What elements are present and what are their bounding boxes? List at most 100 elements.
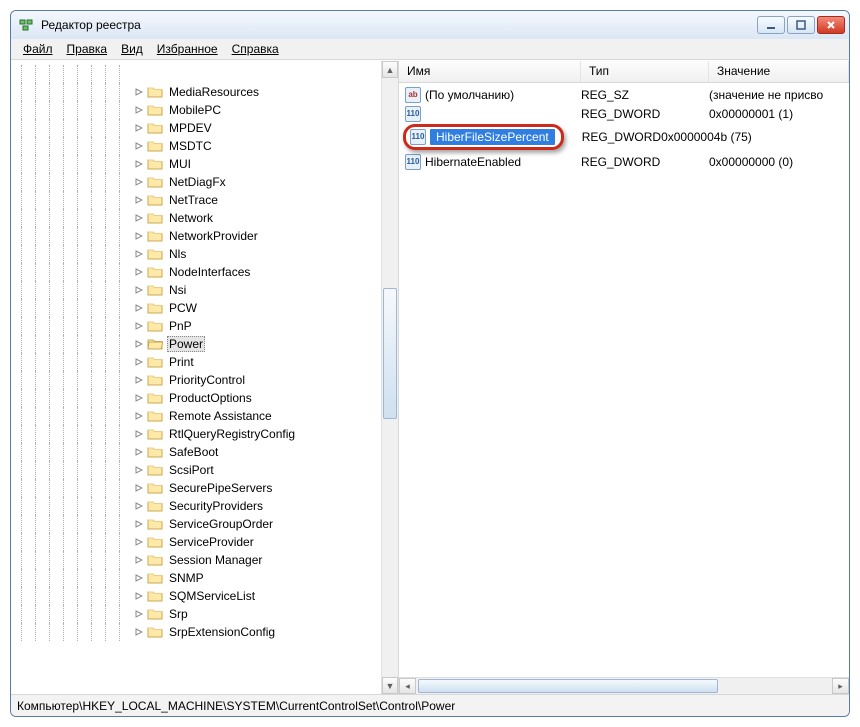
tree-item[interactable]: Print <box>21 353 398 371</box>
value-name-label: HiberFileSizePercent <box>430 129 555 145</box>
expand-icon[interactable] <box>133 86 145 98</box>
expand-icon[interactable] <box>133 302 145 314</box>
column-type[interactable]: Тип <box>581 61 709 82</box>
menu-edit[interactable]: Правка <box>61 40 114 58</box>
expand-icon[interactable] <box>133 428 145 440</box>
tree-item-label: ScsiPort <box>167 463 216 477</box>
expand-icon[interactable] <box>133 482 145 494</box>
expand-icon[interactable] <box>133 464 145 476</box>
column-name[interactable]: Имя <box>399 61 581 82</box>
expand-icon[interactable] <box>133 554 145 566</box>
list-row[interactable]: 110REG_DWORD0x00000001 (1) <box>399 104 849 123</box>
scroll-right-button[interactable]: ▸ <box>832 678 849 694</box>
tree-item[interactable]: SafeBoot <box>21 443 398 461</box>
maximize-button[interactable] <box>787 16 815 34</box>
tree-item[interactable]: ScsiPort <box>21 461 398 479</box>
expand-icon[interactable] <box>133 158 145 170</box>
expand-icon[interactable] <box>133 392 145 404</box>
tree-item[interactable]: NetworkProvider <box>21 227 398 245</box>
highlighted-value[interactable]: 110HiberFileSizePercent <box>403 124 564 150</box>
expand-icon[interactable] <box>133 608 145 620</box>
tree-item[interactable]: Power <box>21 335 398 353</box>
tree-item[interactable]: SNMP <box>21 569 398 587</box>
expand-icon[interactable] <box>133 104 145 116</box>
tree-vertical-scrollbar[interactable]: ▲ ▼ <box>381 61 398 694</box>
tree-item[interactable]: Nsi <box>21 281 398 299</box>
folder-icon <box>147 355 163 369</box>
scroll-down-button[interactable]: ▼ <box>382 677 398 694</box>
expand-icon[interactable] <box>133 500 145 512</box>
tree-item[interactable]: MediaResources <box>21 83 398 101</box>
tree-item[interactable]: MUI <box>21 155 398 173</box>
folder-icon <box>147 211 163 225</box>
expand-icon[interactable] <box>133 338 145 350</box>
tree-item[interactable]: SrpExtensionConfig <box>21 623 398 641</box>
expand-icon[interactable] <box>133 284 145 296</box>
tree-item[interactable]: ServiceProvider <box>21 533 398 551</box>
expand-icon[interactable] <box>133 230 145 242</box>
expand-icon[interactable] <box>133 536 145 548</box>
tree-item[interactable]: SecurePipeServers <box>21 479 398 497</box>
app-icon <box>19 17 35 33</box>
value-data: (значение не присво <box>709 88 849 102</box>
folder-icon <box>147 607 163 621</box>
expand-icon[interactable] <box>133 590 145 602</box>
tree-item[interactable]: MPDEV <box>21 119 398 137</box>
tree-item[interactable]: ProductOptions <box>21 389 398 407</box>
tree-item[interactable]: Session Manager <box>21 551 398 569</box>
menu-favorites[interactable]: Избранное <box>151 40 224 58</box>
tree-item[interactable]: PriorityControl <box>21 371 398 389</box>
minimize-button[interactable] <box>757 16 785 34</box>
tree-item[interactable]: Network <box>21 209 398 227</box>
tree-item[interactable]: NetTrace <box>21 191 398 209</box>
tree-item[interactable]: SQMServiceList <box>21 587 398 605</box>
value-name-label: HibernateEnabled <box>425 155 581 169</box>
tree-item[interactable]: PCW <box>21 299 398 317</box>
scroll-thumb[interactable] <box>418 679 718 693</box>
titlebar[interactable]: Редактор реестра <box>11 11 849 39</box>
tree-item[interactable]: Remote Assistance <box>21 407 398 425</box>
tree-item[interactable]: MSDTC <box>21 137 398 155</box>
tree-item[interactable]: ServiceGroupOrder <box>21 515 398 533</box>
scroll-left-button[interactable]: ◂ <box>399 678 416 694</box>
expand-icon[interactable] <box>133 320 145 332</box>
expand-icon[interactable] <box>133 140 145 152</box>
expand-icon[interactable] <box>133 212 145 224</box>
scroll-track[interactable] <box>416 678 832 694</box>
menu-help[interactable]: Справка <box>226 40 285 58</box>
list-row[interactable]: 110HiberFileSizePercentREG_DWORD0x000000… <box>399 124 849 149</box>
expand-icon[interactable] <box>133 176 145 188</box>
tree-item[interactable]: MobilePC <box>21 101 398 119</box>
tree-item[interactable]: Srp <box>21 605 398 623</box>
expand-icon[interactable] <box>133 356 145 368</box>
expand-icon[interactable] <box>133 266 145 278</box>
expand-icon[interactable] <box>133 374 145 386</box>
scroll-thumb[interactable] <box>383 288 397 420</box>
tree-item-label: NetDiagFx <box>167 175 228 189</box>
expand-icon[interactable] <box>133 572 145 584</box>
list-horizontal-scrollbar[interactable]: ◂ ▸ <box>399 677 849 694</box>
tree-item[interactable]: NodeInterfaces <box>21 263 398 281</box>
column-value[interactable]: Значение <box>709 61 849 82</box>
reg-sz-icon: ab <box>405 87 421 103</box>
expand-icon[interactable] <box>133 518 145 530</box>
expand-icon[interactable] <box>133 194 145 206</box>
tree-item[interactable]: PnP <box>21 317 398 335</box>
expand-icon[interactable] <box>133 446 145 458</box>
close-button[interactable] <box>817 16 845 34</box>
scroll-track[interactable] <box>382 78 398 677</box>
expand-icon[interactable] <box>133 626 145 638</box>
tree-item[interactable]: NetDiagFx <box>21 173 398 191</box>
tree-item[interactable]: Nls <box>21 245 398 263</box>
scroll-up-button[interactable]: ▲ <box>382 61 398 78</box>
expand-icon[interactable] <box>133 122 145 134</box>
list-row[interactable]: 110HibernateEnabledREG_DWORD0x00000000 (… <box>399 152 849 171</box>
menu-file[interactable]: Файл <box>17 40 59 58</box>
list-row[interactable]: ab(По умолчанию)REG_SZ(значение не присв… <box>399 85 849 104</box>
tree-item[interactable]: RtlQueryRegistryConfig <box>21 425 398 443</box>
tree-item[interactable]: SecurityProviders <box>21 497 398 515</box>
tree-item-label: MobilePC <box>167 103 223 117</box>
expand-icon[interactable] <box>133 248 145 260</box>
expand-icon[interactable] <box>133 410 145 422</box>
menu-view[interactable]: Вид <box>115 40 149 58</box>
